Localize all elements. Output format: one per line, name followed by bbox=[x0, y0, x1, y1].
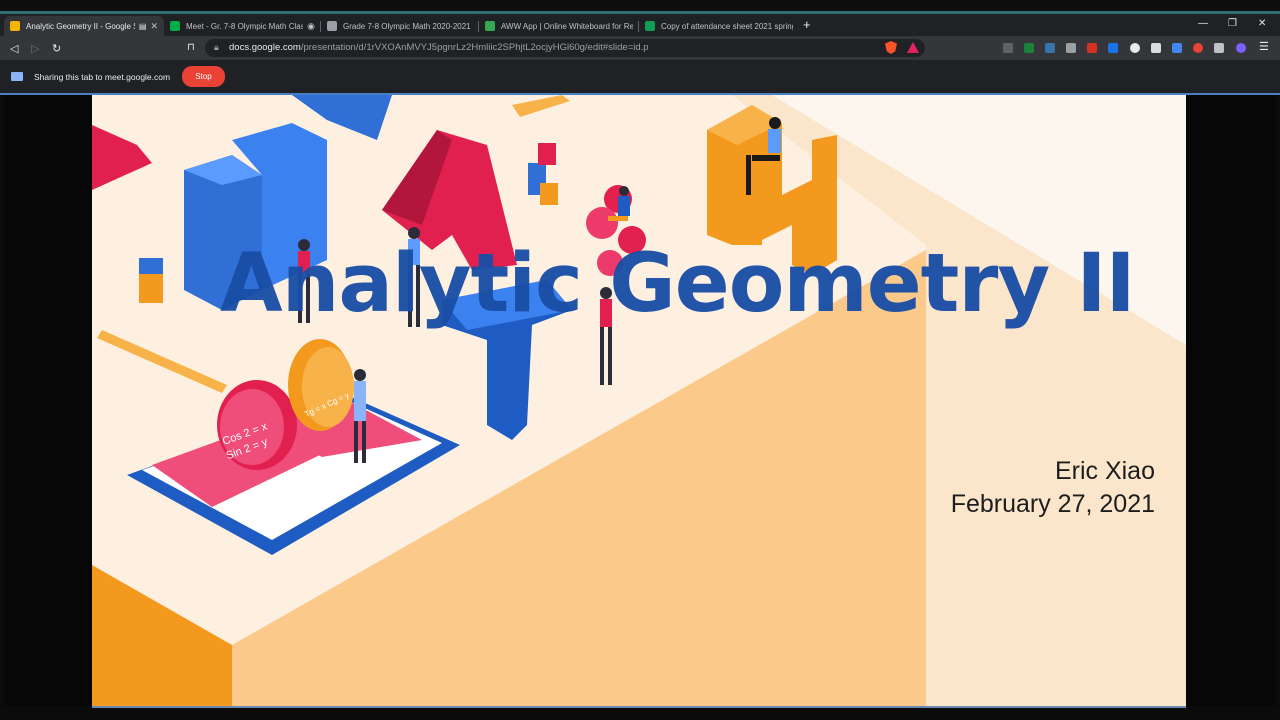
tab-olympic-math[interactable]: Grade 7-8 Olympic Math 2020-2021 bbox=[321, 16, 479, 36]
stop-sharing-button[interactable]: Stop bbox=[182, 66, 225, 87]
address-bar[interactable]: 🔒︎ docs.google.com/presentation/d/1rVXOA… bbox=[205, 39, 925, 57]
stage-bottom bbox=[0, 706, 1280, 720]
tab-title: Meet - Gr. 7-8 Olympic Math Class bbox=[186, 21, 304, 31]
slide-title: Analytic Geometry II bbox=[220, 237, 1136, 331]
slides-icon bbox=[10, 21, 20, 31]
recording-icon: ◉ bbox=[307, 20, 315, 31]
tab-slides[interactable]: Analytic Geometry II - Google Slides ▤ ✕ bbox=[4, 16, 164, 36]
sheets-icon bbox=[645, 21, 655, 31]
extension-icon[interactable] bbox=[1151, 43, 1161, 53]
sharing-border bbox=[92, 706, 1186, 708]
extension-icon[interactable] bbox=[1087, 43, 1097, 53]
meet-icon bbox=[170, 21, 180, 31]
slide-author: Eric Xiao bbox=[1054, 457, 1155, 485]
classroom-icon bbox=[327, 21, 337, 31]
tab-title: Copy of attendance sheet 2021 spring bbox=[661, 21, 793, 31]
slide-illustration: Cos 2 = x Sin 2 = y Tg = x Cg = y bbox=[92, 95, 1186, 706]
screen-share-icon: ▤ bbox=[138, 21, 147, 31]
screen-share-icon bbox=[11, 72, 23, 81]
tab-title: AWW App | Online Whiteboard for Real-tim… bbox=[501, 21, 633, 31]
brave-rewards-icon[interactable] bbox=[907, 42, 919, 53]
profile-avatar[interactable] bbox=[1236, 43, 1246, 53]
slide: Cos 2 = x Sin 2 = y Tg = x Cg = y Analyt… bbox=[92, 95, 1186, 706]
tab-bar: Analytic Geometry II - Google Slides ▤ ✕… bbox=[0, 14, 1280, 36]
tab-meet[interactable]: Meet - Gr. 7-8 Olympic Math Class ◉ bbox=[164, 16, 321, 36]
aww-icon bbox=[485, 21, 495, 31]
tab-aww-app[interactable]: AWW App | Online Whiteboard for Real-tim… bbox=[479, 16, 639, 36]
back-button[interactable]: ◁ bbox=[10, 42, 18, 55]
minimize-button[interactable]: — bbox=[1198, 18, 1208, 29]
extension-icon[interactable] bbox=[1066, 43, 1076, 53]
restore-button[interactable]: ❐ bbox=[1228, 18, 1237, 29]
url-text: docs.google.com/presentation/d/1rVXOAnMV… bbox=[229, 42, 649, 53]
reload-button[interactable]: ↻ bbox=[52, 42, 61, 55]
extension-python-icon[interactable] bbox=[1045, 43, 1055, 53]
extensions-puzzle-icon[interactable] bbox=[1214, 43, 1224, 53]
sharing-status-text: Sharing this tab to meet.google.com bbox=[34, 72, 171, 82]
close-window-button[interactable]: ✕ bbox=[1258, 18, 1266, 29]
menu-icon[interactable]: ☰ bbox=[1259, 40, 1269, 53]
extension-icon[interactable] bbox=[1172, 43, 1182, 53]
extension-icon[interactable] bbox=[1024, 43, 1034, 53]
screen-sharing-bar: Sharing this tab to meet.google.com Stop bbox=[0, 60, 1280, 93]
tab-attendance-sheet[interactable]: Copy of attendance sheet 2021 spring bbox=[639, 16, 799, 36]
url-domain: docs.google.com bbox=[229, 42, 301, 53]
bookmark-icon[interactable]: ⊓ bbox=[187, 42, 195, 53]
url-path: /presentation/d/1rVXOAnMVYJ5pgnrLz2Hmlii… bbox=[300, 42, 649, 53]
new-tab-button[interactable]: + bbox=[803, 17, 811, 32]
lock-icon[interactable]: 🔒︎ bbox=[214, 42, 219, 53]
extension-icon[interactable] bbox=[1130, 43, 1140, 53]
tab-title: Analytic Geometry II - Google Slides bbox=[26, 21, 135, 31]
extension-mail-icon[interactable] bbox=[1003, 43, 1013, 53]
forward-button[interactable]: ▷ bbox=[31, 42, 39, 55]
extension-rec-icon[interactable] bbox=[1108, 43, 1118, 53]
extension-icon[interactable] bbox=[1193, 43, 1203, 53]
close-tab-icon[interactable]: ✕ bbox=[150, 21, 158, 32]
tab-title: Grade 7-8 Olympic Math 2020-2021 bbox=[343, 21, 471, 31]
slide-date: February 27, 2021 bbox=[950, 490, 1155, 518]
